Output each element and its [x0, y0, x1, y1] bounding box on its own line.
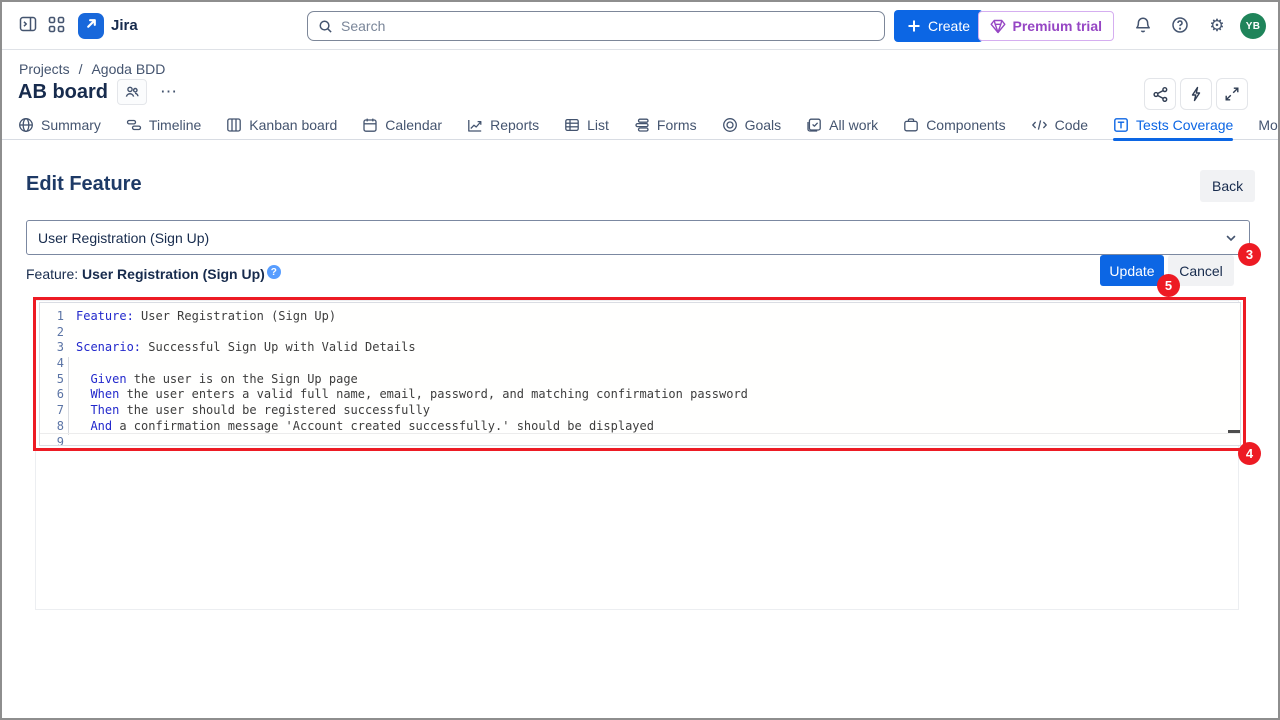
update-button[interactable]: Update — [1100, 255, 1164, 286]
board-members-button[interactable] — [117, 79, 147, 105]
jira-logo-icon — [84, 16, 99, 36]
automation-button[interactable] — [1180, 78, 1212, 110]
tab-calendar[interactable]: Calendar — [362, 110, 442, 140]
editor-lines: 1Feature: User Registration (Sign Up) 2 … — [40, 303, 1240, 446]
all-work-icon — [806, 117, 822, 133]
share-button[interactable] — [1144, 78, 1176, 110]
share-icon — [1152, 86, 1169, 103]
tab-tests-coverage[interactable]: Tests Coverage — [1113, 110, 1233, 140]
app-name: Jira — [111, 17, 138, 34]
app-switcher-icon — [48, 16, 65, 36]
editor-line: 4 — [40, 356, 1240, 372]
people-icon — [124, 84, 140, 100]
help-button[interactable] — [1166, 12, 1194, 40]
search-icon — [318, 19, 333, 34]
goals-icon — [722, 117, 738, 133]
line-number: 4 — [40, 356, 64, 372]
lightning-icon — [1188, 86, 1204, 102]
editor-line: 6 When the user enters a valid full name… — [40, 387, 1240, 403]
line-number: 6 — [40, 387, 64, 403]
back-button[interactable]: Back — [1200, 170, 1255, 202]
editor-line: 7 Then the user should be registered suc… — [40, 403, 1240, 419]
sidebar-toggle-button[interactable] — [14, 12, 42, 40]
annotation-badge-3: 3 — [1238, 243, 1261, 266]
gherkin-editor[interactable]: 1Feature: User Registration (Sign Up) 2 … — [39, 302, 1241, 446]
board-tabbar: Summary Timeline Kanban board Calendar R… — [2, 110, 1278, 140]
tab-timeline[interactable]: Timeline — [126, 110, 201, 140]
line-number: 5 — [40, 372, 64, 388]
editor-line: 2 — [40, 325, 1240, 341]
tab-components[interactable]: Components — [903, 110, 1005, 140]
timeline-icon — [126, 117, 142, 133]
editor-line: 9 — [40, 435, 1240, 447]
breadcrumb: Projects / Agoda BDD — [19, 61, 165, 77]
line-number: 2 — [40, 325, 64, 341]
board-header: AB board ⋯ — [18, 79, 182, 105]
jira-window: Jira Search Create Premium trial — [0, 0, 1280, 720]
code-icon — [1031, 117, 1048, 133]
page-title: Edit Feature — [26, 173, 142, 196]
create-button[interactable]: Create — [894, 10, 983, 42]
annotation-badge-5: 5 — [1157, 274, 1180, 297]
tab-summary[interactable]: Summary — [18, 110, 101, 140]
annotation-badge-4: 4 — [1238, 442, 1261, 465]
editor-scrollbar-thumb[interactable] — [1228, 430, 1241, 433]
tab-more[interactable]: More 5 — [1258, 110, 1280, 140]
reports-icon — [467, 117, 483, 133]
list-icon — [564, 117, 580, 133]
topbar-right-cluster: Premium trial ⚙ YB — [978, 10, 1266, 42]
feature-help-icon[interactable]: ? — [267, 265, 281, 279]
board-header-actions — [1144, 78, 1248, 110]
chevron-down-icon — [1224, 231, 1238, 248]
expand-icon — [1224, 86, 1240, 102]
line-number: 7 — [40, 403, 64, 419]
board-more-button[interactable]: ⋯ — [156, 82, 182, 102]
kanban-icon — [226, 117, 242, 133]
tests-coverage-icon — [1113, 117, 1129, 133]
gem-icon — [990, 19, 1006, 34]
tab-all-work[interactable]: All work — [806, 110, 878, 140]
forms-icon — [634, 117, 650, 133]
tab-kanban-board[interactable]: Kanban board — [226, 110, 337, 140]
feature-select-value: User Registration (Sign Up) — [38, 230, 209, 246]
settings-button[interactable]: ⚙ — [1203, 12, 1231, 40]
editor-line: 5 Given the user is on the Sign Up page — [40, 372, 1240, 388]
editor-line: 3Scenario: Successful Sign Up with Valid… — [40, 340, 1240, 356]
search-placeholder: Search — [341, 18, 385, 34]
fullscreen-button[interactable] — [1216, 78, 1248, 110]
breadcrumb-project-link[interactable]: Agoda BDD — [91, 61, 165, 77]
line-number: 3 — [40, 340, 64, 356]
globe-icon — [18, 117, 34, 133]
avatar[interactable]: YB — [1240, 13, 1266, 39]
top-navigation-bar: Jira Search Create Premium trial — [2, 2, 1278, 50]
feature-select[interactable]: User Registration (Sign Up) — [26, 220, 1250, 255]
tab-code[interactable]: Code — [1031, 110, 1088, 140]
tab-list[interactable]: List — [564, 110, 609, 140]
components-icon — [903, 117, 919, 133]
line-number: 9 — [40, 435, 64, 447]
calendar-icon — [362, 117, 378, 133]
notifications-button[interactable] — [1129, 12, 1157, 40]
jira-logo[interactable] — [78, 13, 104, 39]
feature-label: Feature: User Registration (Sign Up) ? — [26, 266, 281, 282]
breadcrumb-projects-link[interactable]: Projects — [19, 61, 70, 77]
app-switcher-button[interactable] — [42, 12, 70, 40]
premium-trial-button[interactable]: Premium trial — [978, 11, 1114, 41]
indent-guide — [68, 357, 69, 435]
plus-icon — [907, 19, 921, 33]
search-input[interactable]: Search — [307, 11, 885, 41]
sidebar-toggle-icon — [19, 15, 37, 36]
question-circle-icon — [1171, 16, 1189, 37]
tab-reports[interactable]: Reports — [467, 110, 539, 140]
line-number: 1 — [40, 309, 64, 325]
editor-line: 1Feature: User Registration (Sign Up) — [40, 309, 1240, 325]
bell-icon — [1134, 16, 1152, 37]
gear-icon: ⚙ — [1209, 18, 1224, 35]
editor-content-divider — [40, 433, 1240, 434]
breadcrumb-separator: / — [79, 61, 83, 77]
tab-goals[interactable]: Goals — [722, 110, 782, 140]
feature-name: User Registration (Sign Up) — [82, 266, 265, 282]
board-title: AB board — [18, 81, 108, 104]
tab-forms[interactable]: Forms — [634, 110, 697, 140]
